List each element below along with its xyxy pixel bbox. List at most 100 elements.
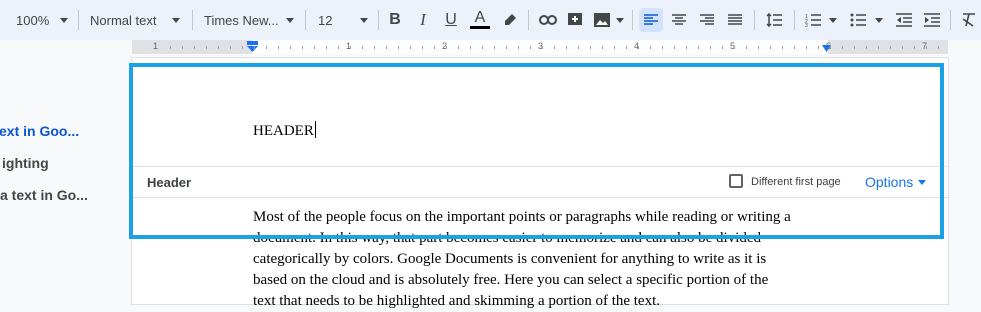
add-comment-button[interactable] (563, 8, 587, 32)
ruler-tick (350, 46, 351, 49)
bulleted-list-button[interactable] (846, 8, 870, 32)
paragraph-style-dropdown[interactable]: Normal text (90, 8, 180, 32)
ruler-tick (326, 46, 327, 49)
options-label: Options (865, 174, 914, 190)
highlight-color-button[interactable] (498, 8, 522, 32)
ruler-tick (542, 46, 543, 49)
header-region[interactable]: HEADER (253, 121, 316, 140)
ruler-tick (422, 46, 423, 49)
chevron-down-icon[interactable] (829, 18, 837, 23)
chevron-down-icon (286, 18, 294, 23)
different-first-page-label: Different first page (751, 176, 841, 188)
ruler[interactable]: 1 1 2 3 4 5 6 7 (0, 40, 981, 54)
underline-button[interactable]: U (439, 8, 463, 32)
svg-text:3: 3 (805, 23, 808, 27)
justify-button[interactable] (723, 8, 747, 32)
text-cursor (314, 121, 316, 138)
ruler-tick (650, 46, 651, 49)
align-center-button[interactable] (667, 8, 691, 32)
ruler-tick (278, 46, 279, 49)
bold-button[interactable]: B (383, 8, 407, 32)
outline-item[interactable]: ighting (2, 155, 49, 171)
ruler-tick (338, 46, 339, 49)
left-indent-marker-icon[interactable] (247, 41, 258, 53)
outline-item[interactable]: ext in Goo... (0, 123, 79, 139)
ruler-tick (362, 46, 363, 49)
ruler-tick (518, 46, 519, 49)
ruler-tick (818, 46, 819, 49)
ruler-tick (482, 46, 483, 49)
ruler-tick (938, 46, 939, 49)
numbered-list-button[interactable]: 1 2 3 (801, 8, 825, 32)
ruler-tick (254, 46, 255, 49)
ruler-tick (638, 46, 639, 49)
document-page[interactable]: HEADER Header Different first page Optio… (132, 58, 948, 309)
align-left-button[interactable] (639, 8, 663, 32)
align-right-button[interactable] (695, 8, 719, 32)
zoom-dropdown[interactable]: 100% (16, 8, 68, 32)
insert-image-button[interactable] (590, 8, 614, 32)
decrease-indent-icon (896, 13, 912, 27)
zoom-value: 100% (16, 12, 50, 28)
header-options-button[interactable]: Options (865, 174, 927, 190)
toolbar: 100% Normal text Times New... 12 B I U A (0, 0, 981, 40)
ruler-tick (662, 46, 663, 49)
ruler-tick (530, 46, 531, 49)
ruler-tick (494, 46, 495, 49)
ruler-tick (266, 46, 267, 49)
ruler-tick (794, 46, 795, 49)
ruler-tick (554, 46, 555, 49)
ruler-tick (710, 46, 711, 49)
line-spacing-button[interactable] (762, 8, 786, 32)
align-right-icon (700, 14, 714, 25)
ruler-tick (386, 46, 387, 49)
ruler-tick (194, 46, 195, 49)
ruler-tick (590, 46, 591, 49)
chevron-down-icon (360, 18, 368, 23)
ruler-left-margin (132, 40, 252, 54)
decrease-indent-button[interactable] (892, 8, 916, 32)
font-dropdown[interactable]: Times New... (204, 8, 294, 32)
ruler-tick (290, 46, 291, 49)
ruler-tick (758, 46, 759, 49)
toolbar-divider (794, 10, 795, 30)
ruler-tick (434, 46, 435, 49)
ruler-tick (782, 46, 783, 49)
outline-item[interactable]: a text in Go... (0, 187, 88, 203)
ruler-tick (314, 46, 315, 49)
outline-item-label: a text in Go... (0, 187, 88, 203)
document-body[interactable]: Most of the people focus on the importan… (253, 207, 833, 312)
ruler-tick (506, 46, 507, 49)
header-label: Header (147, 175, 192, 190)
insert-link-button[interactable] (536, 8, 560, 32)
ruler-tick (410, 46, 411, 49)
increase-indent-button[interactable] (920, 8, 944, 32)
paragraph-style-value: Normal text (90, 12, 157, 28)
outline-item-label: ext in Goo... (0, 123, 80, 139)
text-color-swatch (470, 26, 490, 29)
ruler-tick (626, 46, 627, 49)
ruler-tick (242, 46, 243, 49)
ruler-tick (830, 46, 831, 49)
header-toolbar: Header Different first page Options (132, 166, 948, 198)
font-size-dropdown[interactable]: 12 (318, 8, 368, 32)
chevron-down-icon (60, 18, 68, 23)
ruler-tick (806, 46, 807, 49)
justify-icon (728, 14, 742, 25)
increase-indent-icon (924, 13, 940, 27)
clear-formatting-button[interactable] (957, 8, 981, 32)
italic-button[interactable]: I (411, 8, 435, 32)
chevron-down-icon[interactable] (616, 18, 624, 23)
chevron-down-icon (918, 180, 927, 185)
different-first-page-checkbox[interactable] (729, 174, 743, 188)
chevron-down-icon (172, 18, 180, 23)
body-line: text that needs to be highlighted and sk… (253, 293, 661, 309)
add-comment-icon (568, 13, 582, 25)
toolbar-divider (950, 10, 951, 30)
ruler-tick (926, 46, 927, 49)
header-text: HEADER (253, 123, 314, 139)
italic-icon: I (420, 10, 426, 29)
text-color-button[interactable]: A (468, 8, 492, 32)
ruler-tick (170, 46, 171, 49)
chevron-down-icon[interactable] (875, 18, 883, 23)
